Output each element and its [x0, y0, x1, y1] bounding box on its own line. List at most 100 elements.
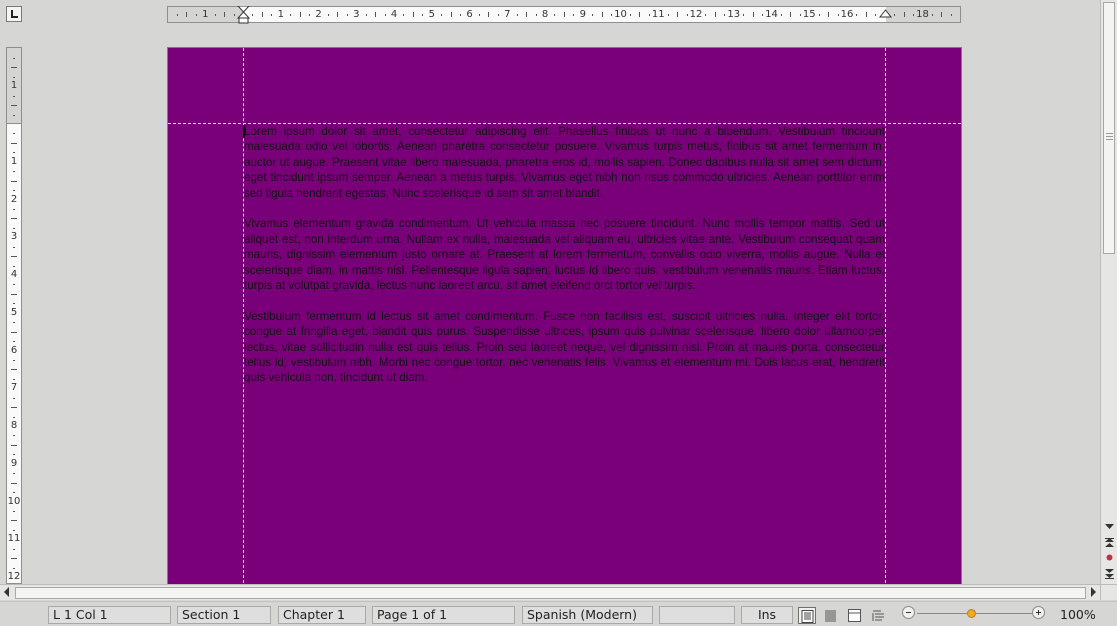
double-down-arrow-icon: [1105, 569, 1114, 579]
ruler-tick: [13, 322, 15, 324]
ruler-tick: [11, 293, 17, 295]
horizontal-scroll-thumb[interactable]: [15, 587, 1086, 599]
ruler-tick: [13, 567, 15, 569]
book-view-button[interactable]: [846, 607, 864, 624]
ruler-number: 9: [579, 9, 586, 20]
ruler-tick: [667, 14, 669, 16]
paragraph[interactable]: Vivamus elementum gravida condimentum. U…: [244, 216, 885, 293]
paragraph[interactable]: Vestibulum fermentum id lectus sit amet …: [244, 309, 885, 386]
navigator-button[interactable]: [1103, 551, 1116, 564]
horizontal-ruler[interactable]: 1 1 2 3 4 5 6 7 8 9 10 11 12 13 14 15 16 18: [167, 6, 961, 24]
vertical-scrollbar[interactable]: [1100, 0, 1117, 584]
section-field[interactable]: Section 1: [177, 606, 271, 624]
ruler-tick: [913, 14, 915, 16]
cursor-position-field[interactable]: L 1 Col 1: [48, 606, 171, 624]
vertical-scroll-thumb[interactable]: [1103, 2, 1115, 254]
tab-stop-type-button[interactable]: [6, 6, 22, 22]
ruler-number: 14: [765, 9, 778, 20]
right-margin-guide: [885, 48, 886, 588]
multi-page-view-button[interactable]: [822, 607, 840, 624]
ruler-number: 8: [541, 9, 549, 20]
right-indent-marker-icon[interactable]: [879, 6, 893, 24]
language-field[interactable]: Spanish (Modern): [522, 606, 653, 624]
ruler-number: 18: [916, 9, 929, 20]
document-page[interactable]: Lorem ipsum dolor sit amet, consectetur …: [168, 48, 961, 588]
ruler-tick: [11, 256, 17, 258]
ruler-number: 11: [651, 9, 665, 20]
ruler-tick: [648, 14, 650, 16]
ruler-tick: [384, 14, 386, 16]
ruler-tick: [526, 12, 528, 17]
double-up-arrow-icon: [1105, 538, 1114, 547]
ruler-tick: [611, 14, 613, 16]
ruler-tick: [11, 105, 17, 107]
web-view-button[interactable]: [870, 607, 888, 624]
ruler-tick: [705, 14, 707, 16]
ruler-tick: [639, 12, 641, 17]
web-view-icon: [872, 610, 884, 621]
ruler-tick: [11, 482, 17, 484]
ruler-tick: [950, 14, 952, 16]
ruler-tick: [554, 14, 556, 16]
single-page-view-button[interactable]: [798, 607, 816, 624]
ruler-tick: [497, 14, 499, 16]
ruler-tick: [224, 12, 226, 17]
signature-field[interactable]: [659, 606, 735, 624]
next-page-button[interactable]: [1103, 567, 1116, 580]
previous-page-button[interactable]: [1103, 536, 1116, 549]
ruler-tick: [327, 14, 329, 16]
ruler-tick: [271, 14, 273, 16]
ruler-tick: [629, 14, 631, 16]
ruler-tick: [214, 14, 216, 16]
ruler-tick: [13, 510, 15, 512]
text-cursor: [243, 125, 245, 138]
ruler-tick: [799, 14, 801, 16]
insert-mode-field[interactable]: Ins: [741, 606, 793, 624]
zoom-slider-thumb[interactable]: [967, 609, 976, 618]
document-text-area[interactable]: Lorem ipsum dolor sit amet, consectetur …: [244, 124, 885, 401]
vertical-ruler[interactable]: 1 1 2 3 4 5 6 7 8 9 10 11 12: [6, 47, 22, 584]
ruler-tick: [762, 14, 764, 16]
ruler-tick: [13, 246, 15, 248]
ruler-number: 4: [390, 9, 398, 20]
ruler-tick: [13, 529, 15, 531]
ruler-tick: [460, 14, 462, 16]
ruler-number: 1: [10, 155, 18, 167]
ruler-tick: [875, 14, 877, 16]
zoom-level[interactable]: 100%: [1060, 607, 1096, 623]
ruler-tick: [856, 14, 858, 16]
paragraph[interactable]: Lorem ipsum dolor sit amet, consectetur …: [244, 124, 885, 201]
ruler-tick: [13, 454, 15, 456]
ruler-tick: [11, 520, 17, 522]
ruler-tick: [11, 331, 17, 333]
ruler-tick: [261, 12, 263, 17]
ruler-number: 1: [10, 80, 18, 92]
ruler-tick: [346, 14, 348, 16]
ruler-tick: [195, 14, 197, 16]
ruler-tick: [422, 14, 424, 16]
ruler-number: 12: [7, 571, 21, 582]
ruler-number: 7: [10, 382, 18, 394]
navigator-dot-icon: [1106, 554, 1113, 561]
chapter-field[interactable]: Chapter 1: [278, 606, 366, 624]
zoom-in-button[interactable]: [1032, 606, 1045, 619]
ruler-tick: [11, 180, 17, 182]
ruler-tick: [516, 14, 518, 16]
ruler-number: 13: [727, 9, 741, 20]
ruler-tick: [186, 12, 188, 17]
single-page-view-icon: [801, 610, 814, 623]
page-count-field[interactable]: Page 1 of 1: [372, 606, 515, 624]
ruler-tick: [13, 341, 15, 343]
scroll-right-icon[interactable]: [1089, 586, 1097, 598]
scroll-left-icon[interactable]: [3, 586, 11, 598]
scroll-down-button[interactable]: [1103, 520, 1116, 533]
horizontal-scrollbar[interactable]: [0, 584, 1100, 600]
zoom-out-button[interactable]: [902, 606, 915, 619]
grip-icon: [1106, 133, 1113, 140]
ruler-tick: [818, 14, 820, 16]
ruler-tick: [13, 378, 15, 380]
ruler-tick: [233, 14, 235, 16]
left-indent-marker-icon[interactable]: [237, 6, 251, 24]
ruler-tick: [11, 558, 17, 560]
ruler-tick: [13, 303, 15, 305]
